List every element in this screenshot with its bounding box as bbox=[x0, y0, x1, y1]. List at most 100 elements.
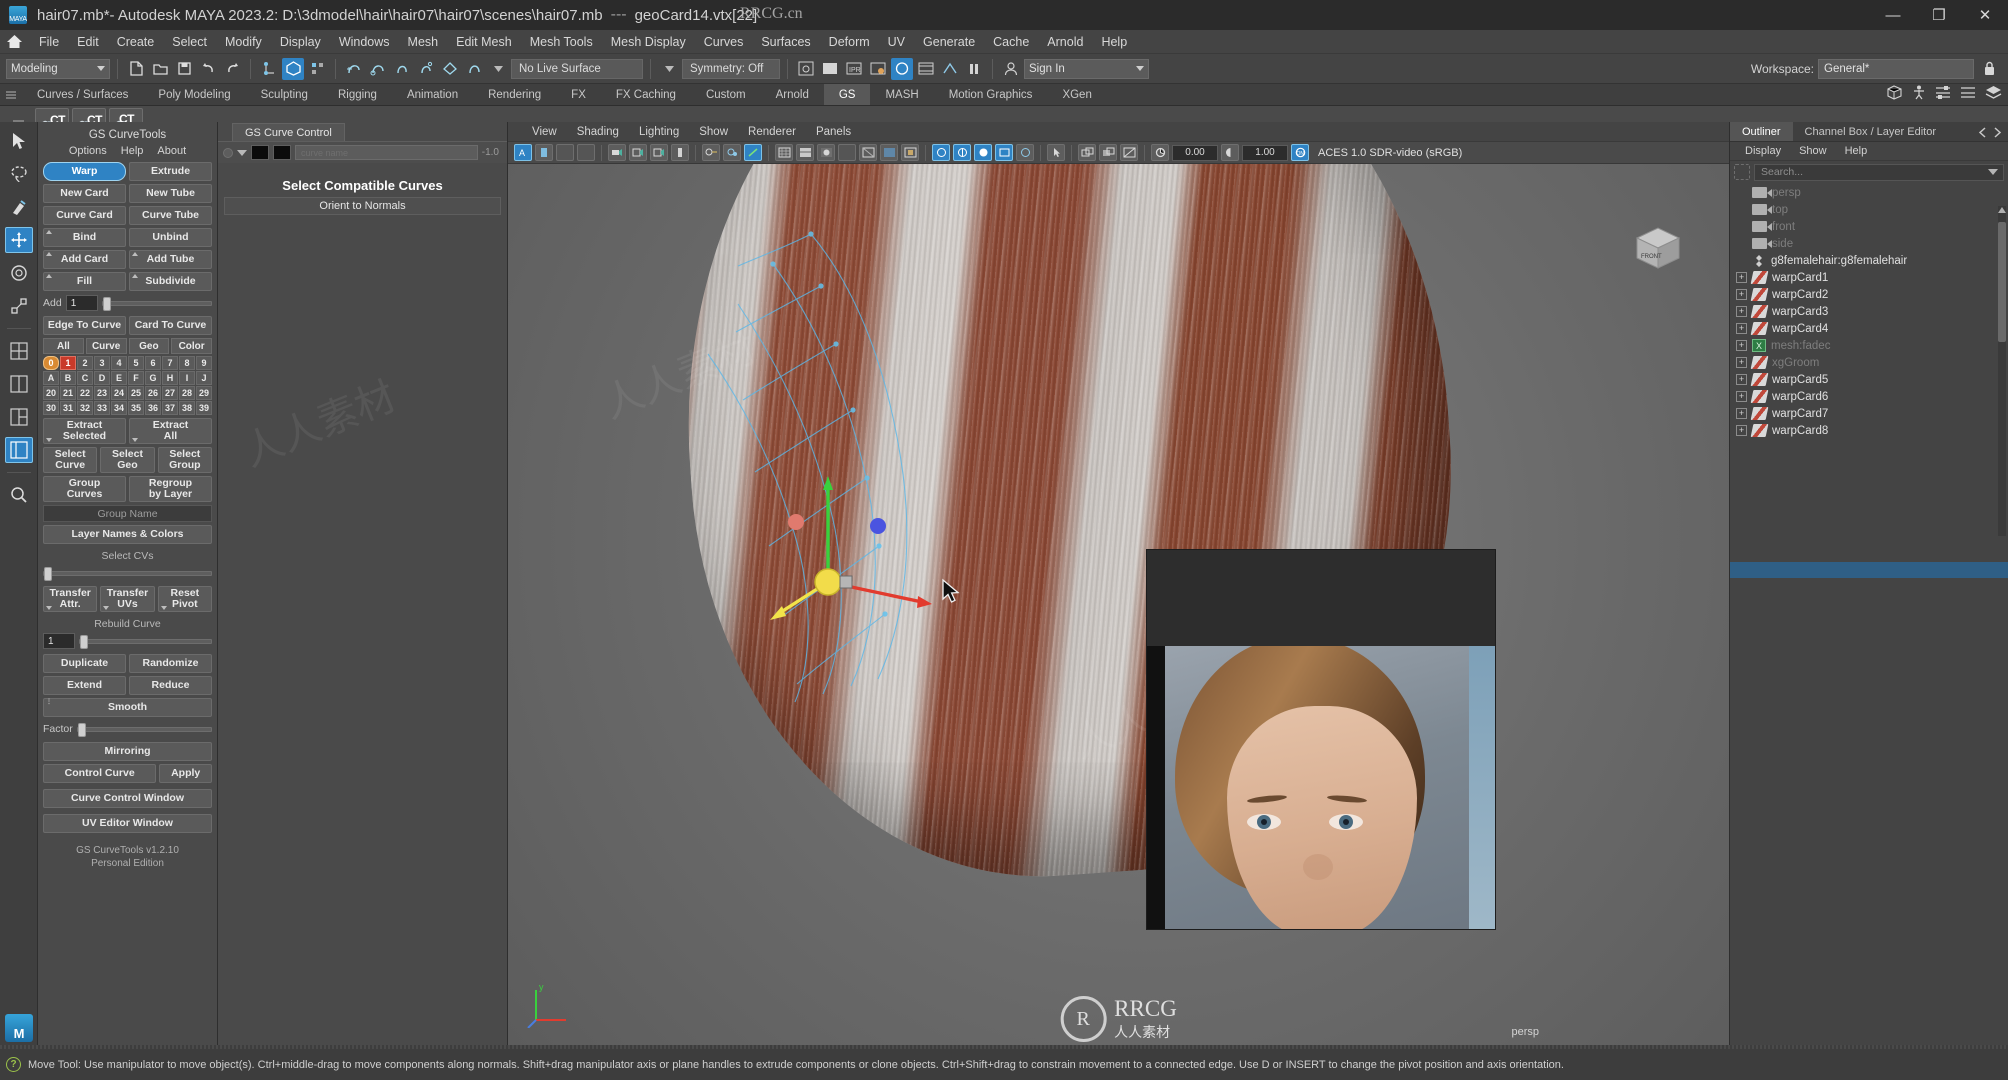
layer-cell-g[interactable]: G bbox=[145, 371, 161, 385]
layer-cell-j[interactable]: J bbox=[196, 371, 212, 385]
layer-cell-29[interactable]: 29 bbox=[196, 386, 212, 400]
layer-cell-38[interactable]: 38 bbox=[179, 401, 195, 415]
layer-cell-8[interactable]: 8 bbox=[179, 356, 195, 370]
expand-icon-9[interactable]: + bbox=[1736, 408, 1747, 419]
curve-control-caret-icon[interactable] bbox=[237, 149, 247, 156]
search-input[interactable]: Search... bbox=[1754, 163, 2004, 181]
bind-button[interactable]: Bind bbox=[43, 228, 126, 247]
new-card-button[interactable]: New Card bbox=[43, 184, 126, 203]
expand-icon-10[interactable]: + bbox=[1736, 425, 1747, 436]
reference-image-window[interactable] bbox=[1146, 549, 1496, 930]
lock-icon[interactable] bbox=[1978, 58, 2000, 80]
shelf-tab-sculpting[interactable]: Sculpting bbox=[246, 84, 323, 105]
outliner-menu-display[interactable]: Display bbox=[1736, 143, 1790, 159]
layer-cell-31[interactable]: 31 bbox=[60, 401, 76, 415]
outliner-item-front[interactable]: front bbox=[1730, 218, 2008, 235]
viewport-blank-icon-1[interactable] bbox=[556, 144, 574, 161]
ao-toggle-icon[interactable] bbox=[744, 144, 762, 161]
layer-cell-22[interactable]: 22 bbox=[77, 386, 93, 400]
outliner-menu-help[interactable]: Help bbox=[1836, 143, 1877, 159]
outliner-item-warpcard5[interactable]: + warpCard5 bbox=[1730, 371, 2008, 388]
isolate-remove-icon[interactable] bbox=[1120, 144, 1138, 161]
expand-icon-5[interactable]: + bbox=[1736, 340, 1747, 351]
scrollbar-thumb[interactable] bbox=[1998, 222, 2006, 342]
factor-track[interactable] bbox=[76, 722, 212, 737]
gamma-icon[interactable] bbox=[1221, 144, 1239, 161]
shelf-tab-xgen[interactable]: XGen bbox=[1047, 84, 1106, 105]
view-cube[interactable]: FRONT bbox=[1629, 222, 1687, 274]
reset-pivot-button[interactable]: Reset Pivot bbox=[157, 586, 212, 612]
layer-cell-27[interactable]: 27 bbox=[162, 386, 178, 400]
redo-icon[interactable] bbox=[221, 58, 243, 80]
viewport-display-toggle-3[interactable] bbox=[974, 144, 992, 161]
lasso-tool-icon[interactable] bbox=[5, 161, 33, 187]
menu-help[interactable]: Help bbox=[1092, 32, 1136, 52]
scroll-up-arrow-icon[interactable] bbox=[1998, 207, 2006, 213]
isolate-select-icon[interactable] bbox=[1078, 144, 1096, 161]
bookmark-icon[interactable] bbox=[608, 144, 626, 161]
layer-cell-f[interactable]: F bbox=[128, 371, 144, 385]
viewport-3d-canvas[interactable]: FRONT y persp R RRCG 人人素材 人人素材 bbox=[508, 164, 1729, 1048]
select-curve-button[interactable]: Select Curve bbox=[43, 447, 98, 473]
layer-cell-20[interactable]: 20 bbox=[43, 386, 59, 400]
xray-active-components-icon[interactable] bbox=[901, 144, 919, 161]
shelf-tab-arnold[interactable]: Arnold bbox=[761, 84, 824, 105]
add-slider-knob[interactable] bbox=[102, 296, 111, 311]
outliner-item-top[interactable]: top bbox=[1730, 201, 2008, 218]
new-tube-button[interactable]: New Tube bbox=[129, 184, 212, 203]
expand-icon-1[interactable]: + bbox=[1736, 272, 1747, 283]
extend-button[interactable]: Extend bbox=[43, 676, 126, 695]
layer-cell-h[interactable]: H bbox=[162, 371, 178, 385]
magnifier-icon[interactable] bbox=[5, 482, 33, 508]
channel-box-icon[interactable] bbox=[1960, 85, 1976, 105]
menu-edit[interactable]: Edit bbox=[68, 32, 108, 52]
search-icon[interactable] bbox=[1734, 164, 1750, 180]
select-by-object-icon[interactable] bbox=[282, 57, 304, 80]
control-curve-button[interactable]: Control Curve bbox=[43, 764, 157, 783]
layer-cell-i[interactable]: I bbox=[179, 371, 195, 385]
viewport-display-toggle-5[interactable] bbox=[1016, 144, 1034, 161]
layer-cell-36[interactable]: 36 bbox=[145, 401, 161, 415]
outliner-menu-show[interactable]: Show bbox=[1790, 143, 1836, 159]
color-swatch-1[interactable] bbox=[251, 145, 269, 160]
viewport-menu-view[interactable]: View bbox=[522, 124, 567, 140]
fill-button[interactable]: Fill bbox=[43, 272, 126, 291]
layers-icon[interactable] bbox=[1985, 85, 2002, 105]
select-geo-button[interactable]: Select Geo bbox=[100, 447, 155, 473]
menu-generate[interactable]: Generate bbox=[914, 32, 984, 52]
open-scene-icon[interactable] bbox=[149, 58, 171, 80]
shelf-tab-curves-surfaces[interactable]: Curves / Surfaces bbox=[22, 84, 143, 105]
help-icon[interactable]: ? bbox=[6, 1057, 21, 1072]
rebuild-knob[interactable] bbox=[80, 634, 88, 649]
curve-tube-button[interactable]: Curve Tube bbox=[129, 206, 212, 225]
sign-in-combo[interactable]: Sign In bbox=[1024, 58, 1149, 79]
reference-window-titlebar[interactable] bbox=[1147, 550, 1495, 646]
layer-cell-e[interactable]: E bbox=[111, 371, 127, 385]
scale-tool-icon[interactable] bbox=[5, 293, 33, 319]
shelf-tab-custom[interactable]: Custom bbox=[691, 84, 761, 105]
filter-tab-curve[interactable]: Curve bbox=[85, 338, 127, 354]
menu-surfaces[interactable]: Surfaces bbox=[752, 32, 819, 52]
duplicate-button[interactable]: Duplicate bbox=[43, 654, 126, 673]
move-manipulator[interactable] bbox=[770, 464, 950, 644]
randomize-button[interactable]: Randomize bbox=[129, 654, 212, 673]
wireframe-shading-icon[interactable] bbox=[775, 144, 793, 161]
curve-control-dot-icon[interactable] bbox=[223, 147, 233, 158]
layer-cell-39[interactable]: 39 bbox=[196, 401, 212, 415]
menu-deform[interactable]: Deform bbox=[820, 32, 879, 52]
expand-icon-2[interactable]: + bbox=[1736, 289, 1747, 300]
layer-cell-5[interactable]: 5 bbox=[128, 356, 144, 370]
exposure-icon[interactable] bbox=[1151, 144, 1169, 161]
menu-edit-mesh[interactable]: Edit Mesh bbox=[447, 32, 521, 52]
warp-button[interactable]: Warp bbox=[43, 162, 126, 181]
viewport-display-toggle-1[interactable] bbox=[932, 144, 950, 161]
two-pane-layout-icon[interactable] bbox=[5, 371, 33, 397]
render-settings-icon[interactable] bbox=[867, 58, 889, 80]
shadows-icon[interactable] bbox=[723, 144, 741, 161]
gs-menu-about[interactable]: About bbox=[157, 145, 186, 157]
shelf-tab-fx-caching[interactable]: FX Caching bbox=[601, 84, 691, 105]
regroup-by-layer-button[interactable]: Regroup by Layer bbox=[129, 476, 212, 502]
filter-tab-geo[interactable]: Geo bbox=[128, 338, 170, 354]
pause-icon[interactable] bbox=[963, 58, 985, 80]
select-by-component-icon[interactable] bbox=[306, 58, 328, 80]
